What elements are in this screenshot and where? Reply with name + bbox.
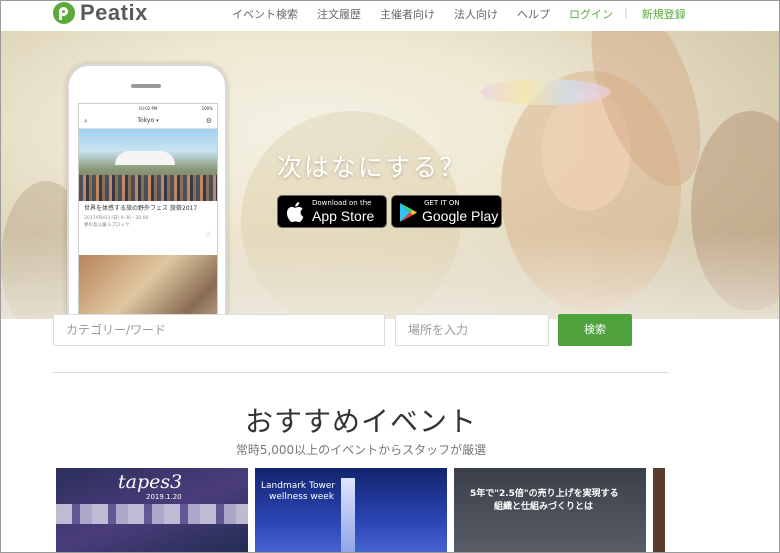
card-title-line2: 組織と仕組みづくりとは (494, 502, 594, 512)
phone-event-title: 世界を体感する旅の野外フェス 旅祭2017 (84, 205, 198, 212)
search-button[interactable]: 検索 (558, 314, 632, 346)
tower-shape (341, 478, 355, 552)
card-title-line2: wellness week (269, 492, 335, 502)
login-link[interactable]: ログイン (569, 6, 613, 22)
status-time: 10:02 PM (138, 106, 158, 111)
nav-order-history[interactable]: 注文履歴 (317, 6, 361, 22)
phone-search-icon: ⌕ (84, 117, 88, 125)
card-title: 5年で"2.5倍"の売り上げを実現する (470, 489, 619, 499)
status-battery: 100% (201, 106, 213, 111)
peatix-logo[interactable]: Peatix (53, 2, 148, 24)
star-icon: ☆ (204, 230, 212, 239)
page: Peatix イベント検索 注文履歴 主催者向け 法人向け ヘルプ ログイン |… (0, 0, 780, 553)
event-card[interactable]: Landmark Tower wellness week (255, 468, 447, 552)
nav-event-search[interactable]: イベント検索 (232, 6, 298, 22)
event-image-festival (79, 129, 217, 201)
logo-text: Peatix (80, 0, 148, 25)
phone-location: Tokyo (137, 117, 155, 124)
app-store-button[interactable]: Download on the App Store (277, 195, 387, 228)
signup-link[interactable]: 新規登録 (642, 6, 686, 22)
apple-icon (287, 202, 304, 222)
category-search-input[interactable]: カテゴリー/ワード (53, 314, 385, 346)
event-card[interactable]: 5年で"2.5倍"の売り上げを実現する 組織と仕組みづくりとは (454, 468, 646, 552)
nav-separator: | (624, 6, 628, 19)
featured-title: おすすめイベント (244, 405, 477, 438)
phone-status-bar: 10:02 PM 100% (79, 104, 217, 114)
location-placeholder: 場所を入力 (408, 323, 469, 337)
google-play-icon (400, 203, 417, 222)
divider (53, 372, 669, 373)
google-play-small-text: GET IT ON (424, 199, 460, 207)
nav-help[interactable]: ヘルプ (517, 6, 550, 22)
card-title: Landmark Tower (261, 481, 336, 491)
location-input[interactable]: 場所を入力 (395, 314, 549, 346)
phone-screen: 10:02 PM 100% ⌕ Tokyo ▾ ⚙ 世界を体感する旅の野外フェス… (78, 103, 218, 319)
card-title: tapes3 (118, 471, 183, 493)
card-date: 2019.1.20 (146, 493, 182, 501)
phone-speaker (131, 84, 161, 88)
event-card[interactable]: tapes3 2019.1.20 (56, 468, 248, 552)
card-image-strip (56, 504, 248, 524)
event-card[interactable] (653, 468, 665, 552)
tent-shape (115, 151, 175, 165)
peatix-logo-icon (53, 2, 75, 24)
phone-event-place: 夢の島公園 Gブロック (84, 223, 130, 228)
app-store-small-text: Download on the (312, 199, 372, 207)
phone-event-date: 2017/09/03 (日) 9:30 - 20:00 (84, 216, 149, 221)
top-nav: イベント検索 注文履歴 主催者向け 法人向け ヘルプ ログイン | 新規登録 (232, 6, 705, 22)
dropdown-icon: ▾ (156, 118, 159, 124)
phone-app-bar: ⌕ Tokyo ▾ ⚙ (79, 114, 217, 129)
nav-for-business[interactable]: 法人向け (454, 6, 498, 22)
phone-filter-icon: ⚙ (205, 117, 212, 125)
app-store-big-text: App Store (312, 208, 375, 224)
nav-for-organizers[interactable]: 主催者向け (380, 6, 435, 22)
hero-banner: 次はなにする？ Download on the App Store GET IT… (1, 31, 779, 319)
featured-subtitle: 常時5,000以上のイベントからスタッフが厳選 (235, 443, 487, 457)
event-image-workshop (79, 255, 217, 319)
top-header: Peatix イベント検索 注文履歴 主催者向け 法人向け ヘルプ ログイン |… (1, 1, 779, 31)
category-placeholder: カテゴリー/ワード (66, 323, 167, 337)
phone-mockup: 10:02 PM 100% ⌕ Tokyo ▾ ⚙ 世界を体感する旅の野外フェス… (67, 64, 227, 319)
google-play-button[interactable]: GET IT ON Google Play (391, 195, 502, 228)
google-play-big-text: Google Play (422, 208, 499, 224)
hero-title: 次はなにする？ (277, 153, 467, 182)
crowd-shape (79, 175, 217, 201)
